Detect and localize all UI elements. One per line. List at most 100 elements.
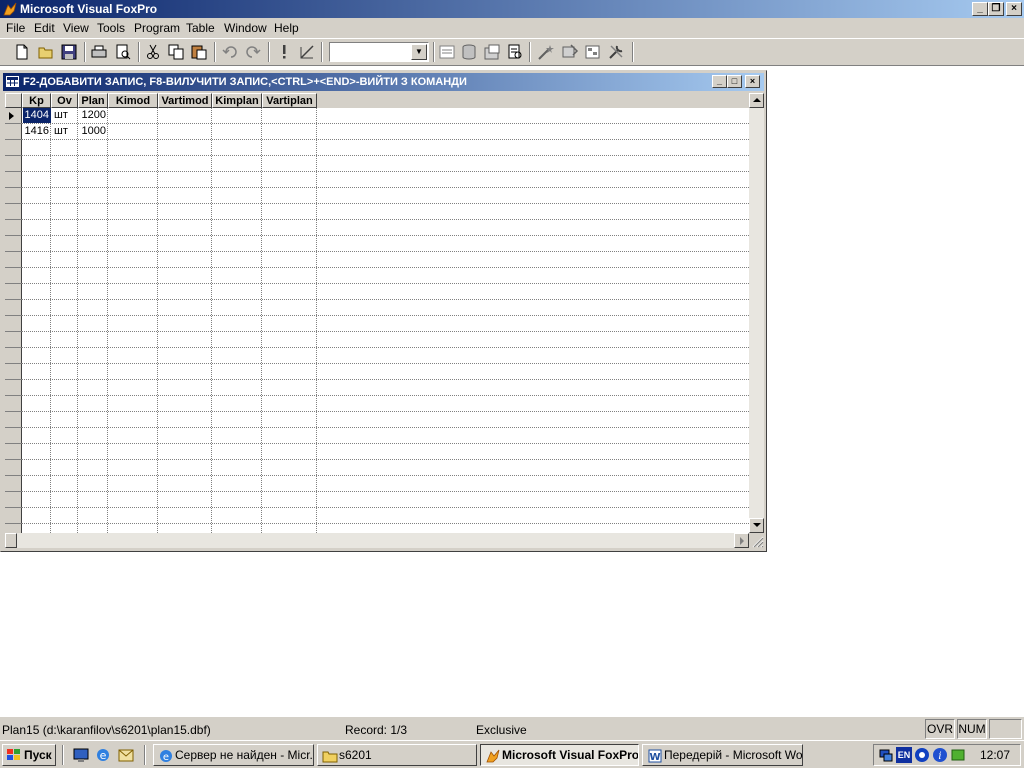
browse-grid[interactable]: Kp Ov Plan Kimod Vartimod Kimplan Vartip…: [5, 93, 749, 533]
row-selector-cell[interactable]: [5, 364, 22, 380]
scroll-down-button[interactable]: [749, 518, 764, 533]
chevron-down-icon[interactable]: ▼: [411, 44, 427, 60]
row-selector-cell[interactable]: [5, 284, 22, 300]
cell-plan[interactable]: 1000: [79, 124, 108, 139]
network-icon[interactable]: [878, 747, 894, 763]
row-selector-cell[interactable]: [5, 508, 22, 524]
antivirus-icon[interactable]: [914, 747, 930, 763]
print-icon[interactable]: [90, 43, 108, 61]
row-selector-cell[interactable]: [5, 492, 22, 508]
cell-ov[interactable]: шт: [52, 108, 78, 123]
menu-view[interactable]: View: [63, 21, 89, 35]
start-button[interactable]: Пуск: [2, 744, 56, 766]
cell-kp[interactable]: 1416: [23, 124, 51, 139]
row-selector-cell[interactable]: [5, 300, 22, 316]
row-selector-cell[interactable]: [5, 236, 22, 252]
row-selector-cell[interactable]: [5, 220, 22, 236]
row-selector-cell[interactable]: [5, 172, 22, 188]
browse-minimize-button[interactable]: _: [712, 75, 727, 88]
outlook-icon[interactable]: [117, 746, 135, 764]
column-header-kp[interactable]: Kp: [22, 93, 51, 108]
row-selector-cell[interactable]: [5, 348, 22, 364]
row-selector-cell[interactable]: [5, 156, 22, 172]
browse-maximize-button[interactable]: □: [727, 75, 742, 88]
menu-window[interactable]: Window: [224, 21, 267, 35]
row-selector-cell[interactable]: [5, 444, 22, 460]
menu-program[interactable]: Program: [134, 21, 180, 35]
row-selector-cell[interactable]: [5, 204, 22, 220]
form-icon[interactable]: [561, 43, 579, 61]
close-button[interactable]: ×: [1006, 2, 1022, 16]
app-title-bar[interactable]: Microsoft Visual FoxPro _ ❐ ×: [0, 0, 1024, 18]
row-selector-cell[interactable]: [5, 428, 22, 444]
redo-icon[interactable]: [244, 43, 262, 61]
copy-icon[interactable]: [167, 43, 185, 61]
scroll-up-button[interactable]: [749, 93, 764, 108]
command-window-icon[interactable]: [438, 43, 456, 61]
vertical-scrollbar[interactable]: [749, 93, 764, 533]
resize-grip[interactable]: [749, 533, 764, 548]
row-selector[interactable]: [5, 108, 22, 533]
undo-icon[interactable]: [221, 43, 239, 61]
menu-tools[interactable]: Tools: [97, 21, 125, 35]
print-preview-icon[interactable]: [114, 43, 132, 61]
paste-icon[interactable]: [190, 43, 208, 61]
database-combo[interactable]: ▼: [329, 42, 429, 62]
properties-icon[interactable]: [483, 43, 501, 61]
code-icon[interactable]: [506, 43, 524, 61]
browse-window[interactable]: F2-ДОБАВИТИ ЗАПИС, F8-ВИЛУЧИТИ ЗАПИС,<CT…: [0, 70, 767, 552]
modify-icon[interactable]: [298, 43, 316, 61]
save-icon[interactable]: [60, 43, 78, 61]
scroll-right-button[interactable]: [734, 533, 749, 548]
browse-title-bar[interactable]: F2-ДОБАВИТИ ЗАПИС, F8-ВИЛУЧИТИ ЗАПИС,<CT…: [3, 73, 764, 91]
cut-icon[interactable]: [144, 43, 162, 61]
row-selector-cell[interactable]: [5, 332, 22, 348]
browse-close-button[interactable]: ×: [745, 75, 760, 88]
run-icon[interactable]: [275, 43, 293, 61]
task-browser[interactable]: e Сервер не найден - Micr...: [153, 744, 314, 766]
show-desktop-icon[interactable]: [72, 746, 90, 764]
row-selector-cell[interactable]: [5, 316, 22, 332]
column-header-kimplan[interactable]: Kimplan: [212, 93, 262, 108]
horizontal-scrollbar[interactable]: [5, 533, 749, 548]
menu-table[interactable]: Table: [186, 21, 215, 35]
cell-kp[interactable]: 1404: [23, 108, 51, 123]
report-icon[interactable]: [584, 43, 602, 61]
open-folder-icon[interactable]: [37, 43, 55, 61]
row-selector-cell[interactable]: [5, 396, 22, 412]
database-icon[interactable]: [460, 43, 478, 61]
column-header-vartimod[interactable]: Vartimod: [158, 93, 212, 108]
info-icon[interactable]: i: [932, 747, 948, 763]
row-selector-cell[interactable]: [5, 188, 22, 204]
menu-help[interactable]: Help: [274, 21, 299, 35]
row-selector-cell[interactable]: [5, 140, 22, 156]
ie-icon[interactable]: e: [94, 746, 112, 764]
row-selector-cell[interactable]: [5, 476, 22, 492]
minimize-button[interactable]: _: [972, 2, 988, 16]
row-selector-cell[interactable]: [5, 252, 22, 268]
column-header-ov[interactable]: Ov: [51, 93, 78, 108]
menu-file[interactable]: File: [6, 21, 25, 35]
tools-icon[interactable]: [607, 43, 625, 61]
grid-body[interactable]: 1404 шт 1200 1416 шт 1000: [5, 108, 749, 533]
task-folder[interactable]: s6201: [317, 744, 477, 766]
language-indicator[interactable]: EN: [896, 747, 912, 763]
new-file-icon[interactable]: [13, 43, 31, 61]
cell-plan[interactable]: 1200: [79, 108, 108, 123]
wizard-icon[interactable]: [537, 43, 555, 61]
restore-button[interactable]: ❐: [988, 2, 1004, 16]
row-selector-cell[interactable]: [5, 524, 22, 533]
row-selector-current[interactable]: [5, 108, 22, 124]
cell-ov[interactable]: шт: [52, 124, 78, 139]
column-header-vartiplan[interactable]: Vartiplan: [262, 93, 317, 108]
horizontal-scroll-thumb[interactable]: [5, 533, 17, 548]
task-word[interactable]: W Передерій - Microsoft Word: [642, 744, 803, 766]
column-header-plan[interactable]: Plan: [78, 93, 108, 108]
row-selector-cell[interactable]: [5, 460, 22, 476]
menu-edit[interactable]: Edit: [34, 21, 55, 35]
row-selector-cell[interactable]: [5, 268, 22, 284]
row-selector-cell[interactable]: [5, 412, 22, 428]
puzzle-icon[interactable]: [950, 747, 966, 763]
row-selector-cell[interactable]: [5, 380, 22, 396]
column-header-kimod[interactable]: Kimod: [108, 93, 158, 108]
